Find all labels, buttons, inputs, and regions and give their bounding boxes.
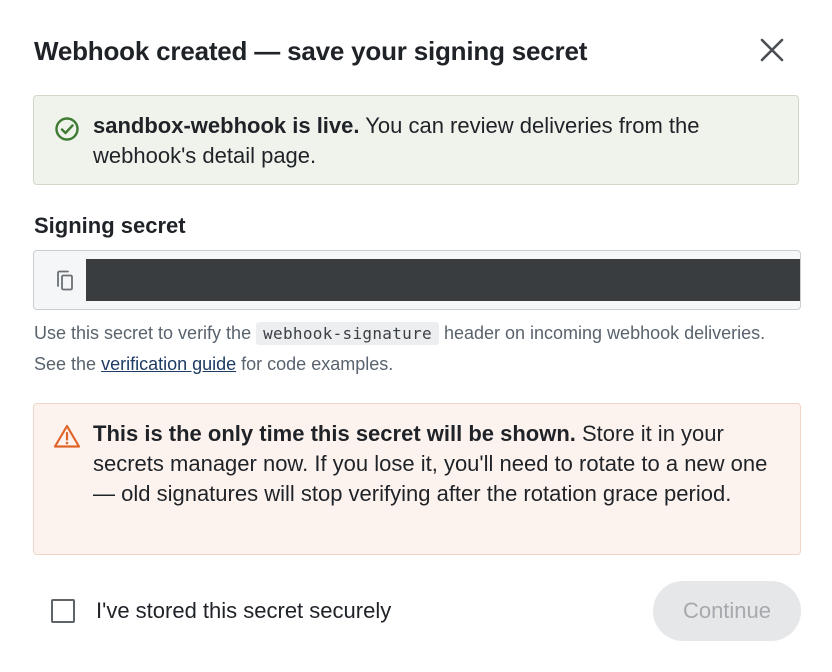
secret-value-masked [86, 259, 800, 301]
help-text-after: for code examples. [236, 354, 394, 374]
warning-banner: This is the only time this secret will b… [33, 403, 801, 555]
copy-secret-button[interactable] [48, 264, 82, 298]
warning-message-strong: This is the only time this secret will b… [93, 421, 576, 446]
close-icon [760, 38, 784, 62]
confirm-stored-label[interactable]: I've stored this secret securely [96, 595, 391, 627]
success-message-strong: sandbox-webhook is live. [93, 113, 360, 138]
success-banner: sandbox-webhook is live. You can review … [33, 95, 799, 185]
copy-icon [57, 270, 73, 291]
header-name-code: webhook-signature [256, 322, 439, 345]
signing-secret-field[interactable] [33, 250, 801, 310]
verification-guide-link[interactable]: verification guide [101, 354, 236, 374]
secret-help-text: Use this secret to verify the webhook-si… [34, 318, 794, 379]
confirm-stored-checkbox[interactable] [51, 599, 75, 623]
warning-message: This is the only time this secret will b… [93, 419, 783, 509]
success-message: sandbox-webhook is live. You can review … [93, 111, 783, 171]
signing-secret-label: Signing secret [34, 213, 186, 238]
help-text-before: Use this secret to verify the [34, 323, 257, 343]
webhook-created-dialog: Webhook created — save your signing secr… [0, 0, 832, 672]
continue-button[interactable]: Continue [653, 581, 801, 641]
confirm-stored-row[interactable]: I've stored this secret securely [51, 595, 391, 627]
close-button[interactable] [752, 30, 792, 70]
warning-triangle-icon [53, 424, 81, 448]
check-circle-icon [55, 117, 79, 141]
dialog-title: Webhook created — save your signing secr… [34, 36, 588, 66]
